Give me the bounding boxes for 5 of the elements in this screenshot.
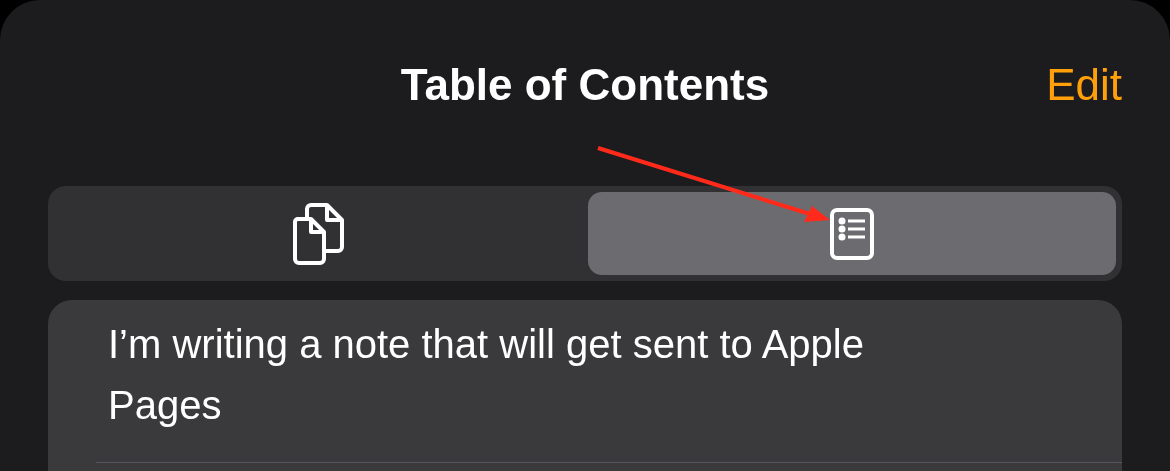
list-document-icon bbox=[830, 207, 874, 260]
contents-entry[interactable]: I’m writing a note that will get sent to Apple Pages bbox=[108, 314, 948, 436]
sheet-title: Table of Contents bbox=[400, 60, 770, 110]
documents-icon bbox=[291, 201, 345, 266]
edit-button[interactable]: Edit bbox=[1046, 60, 1122, 110]
